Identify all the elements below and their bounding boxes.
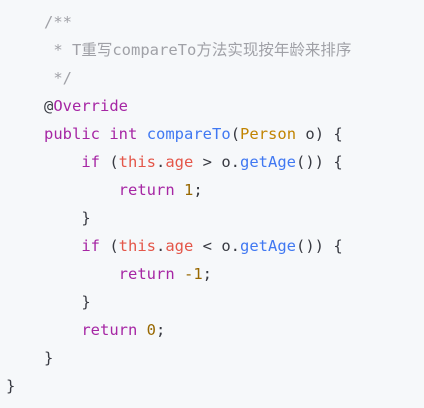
code-token-variable: this (118, 237, 156, 255)
code-token-plain: } (6, 377, 16, 395)
code-line: * T重写compareTo方法实现按年龄来排序 (44, 36, 351, 64)
code-token-plain: @ (44, 97, 54, 115)
code-token-plain: } (44, 349, 54, 367)
code-line: @Override (44, 92, 128, 120)
code-token-number: -1 (184, 265, 203, 283)
code-line: if (this.age > o.getAge()) { (44, 148, 343, 176)
code-token-plain: ; (156, 321, 166, 339)
code-token-function: getAge (240, 153, 297, 171)
code-token-number: 1 (184, 181, 194, 199)
code-line: /** (44, 8, 72, 36)
code-token-keyword: int (109, 125, 138, 143)
code-token-plain: ; (202, 265, 213, 283)
code-line: public int compareTo(Person o) { (44, 120, 343, 148)
code-token-plain: < o. (193, 237, 241, 255)
code-token-plain: ( (100, 237, 119, 255)
code-line: return 0; (44, 316, 165, 344)
code-token-keyword: return (118, 181, 175, 199)
code-token-plain: } (44, 293, 91, 311)
code-token-plain: ; (193, 181, 203, 199)
code-line: */ (44, 64, 72, 92)
code-token-keyword: if (81, 153, 100, 171)
code-line: return 1; (44, 176, 203, 204)
code-line: } (44, 288, 91, 316)
code-token-function: compareTo (146, 125, 231, 143)
code-line: } (44, 344, 53, 372)
code-token-keyword: return (81, 321, 138, 339)
code-token-plain: > o. (193, 153, 241, 171)
code-line: if (this.age < o.getAge()) { (44, 232, 343, 260)
code-token-plain: o) { (296, 125, 343, 143)
code-token-plain: . (156, 153, 166, 171)
code-token-number: 0 (146, 321, 157, 339)
code-token-plain: ()) { (296, 153, 343, 171)
code-token-variable: age (165, 153, 194, 171)
code-token-keyword: if (81, 237, 100, 255)
code-token-plain: ( (230, 125, 241, 143)
code-token-plain: ( (100, 153, 119, 171)
code-token-comment: */ (44, 69, 72, 87)
code-token-plain: . (156, 237, 166, 255)
code-token-keyword: Override (53, 97, 128, 115)
code-token-plain: ()) { (296, 237, 343, 255)
code-token-type: Person (240, 125, 297, 143)
code-token-comment: /** (44, 13, 72, 31)
code-line: } (6, 372, 15, 400)
code-block: /** * T重写compareTo方法实现按年龄来排序 */ @Override… (0, 0, 424, 408)
code-token-keyword: return (118, 265, 175, 283)
code-line: } (44, 204, 91, 232)
code-token-comment: * T重写compareTo方法实现按年龄来排序 (44, 41, 352, 59)
code-token-plain: } (44, 209, 91, 227)
code-token-variable: this (118, 153, 156, 171)
code-token-variable: age (165, 237, 194, 255)
code-token-keyword: public (44, 125, 100, 143)
code-line: return -1; (44, 260, 212, 288)
code-token-function: getAge (240, 237, 297, 255)
